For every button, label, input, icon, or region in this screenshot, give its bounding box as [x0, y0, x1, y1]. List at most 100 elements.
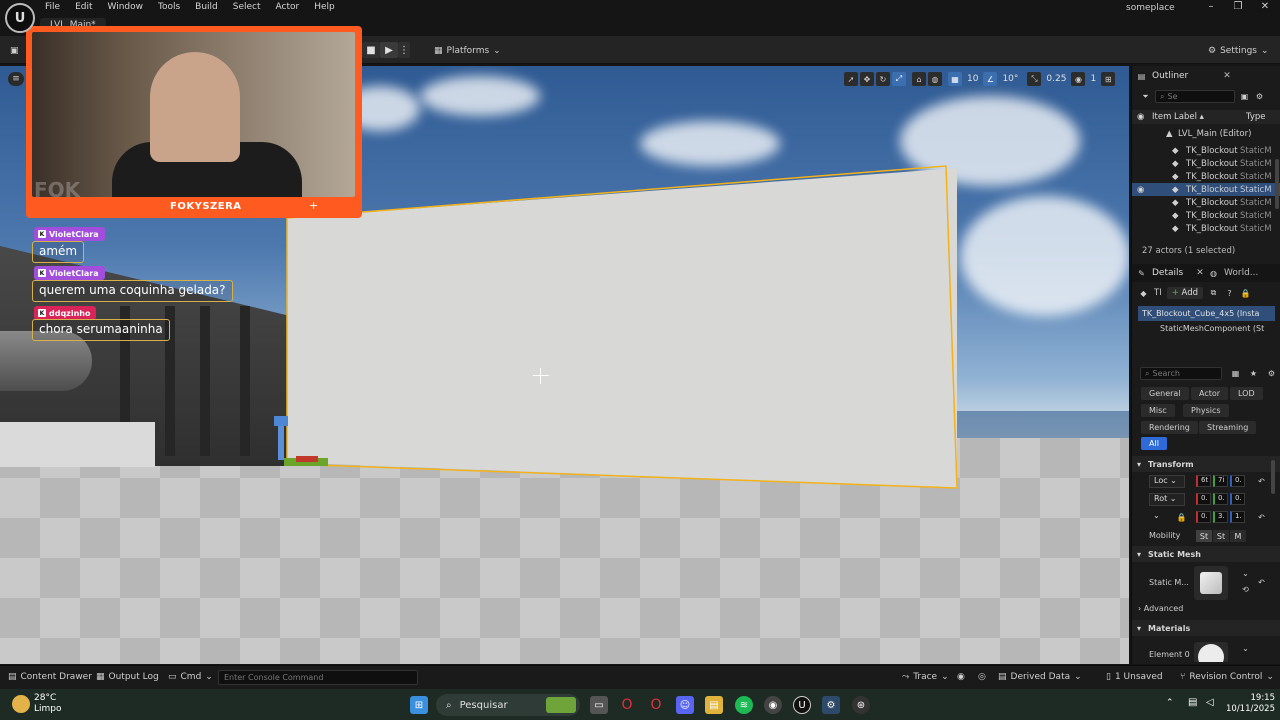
grid-snap-icon[interactable]: ▦	[948, 72, 962, 86]
output-log-button[interactable]: ▦ Output Log	[96, 672, 159, 682]
browse-icon[interactable]: ⟲	[1240, 584, 1251, 595]
chevron-down-icon[interactable]: ⌄	[1240, 643, 1251, 654]
selected-wall-cube[interactable]	[287, 168, 957, 488]
gizmo-x-axis[interactable]	[296, 456, 318, 462]
component-child[interactable]: StaticMeshComponent (St	[1160, 324, 1264, 333]
outliner-scrollbar[interactable]	[1275, 159, 1279, 209]
add-component-button[interactable]: + Add	[1166, 287, 1203, 299]
revision-control-button[interactable]: ⑂ Revision Control ⌄	[1180, 672, 1274, 682]
scale-snap-icon[interactable]: ⤡	[1027, 72, 1042, 86]
surface-snap-icon[interactable]: ⌂	[912, 72, 926, 86]
select-mode-icon[interactable]: ➚	[844, 72, 858, 86]
reset-icon[interactable]: ↶	[1256, 476, 1267, 487]
content-drawer-button[interactable]: ▤ Content Drawer	[8, 672, 92, 682]
rotate-icon[interactable]: ↻	[876, 72, 890, 86]
location-mode-dropdown[interactable]: Loc ⌄	[1149, 475, 1185, 488]
weather-icon[interactable]	[12, 695, 30, 713]
blueprint-icon[interactable]: ⧉	[1208, 288, 1219, 299]
save-icon[interactable]: ▣	[10, 42, 19, 59]
category-streaming[interactable]: Streaming	[1199, 421, 1257, 434]
filter-icon[interactable]: ⏷	[1140, 91, 1151, 102]
list-item[interactable]: ◆ TK_Blockout StaticM	[1132, 209, 1280, 222]
outliner-settings-icon[interactable]: ⚙	[1254, 91, 1265, 102]
component-root[interactable]: TK_Blockout_Cube_4x5 (Insta	[1138, 306, 1275, 321]
tray-chevron-icon[interactable]: ⌃	[1166, 698, 1174, 708]
location-y-field[interactable]: 7i	[1213, 475, 1228, 487]
category-general[interactable]: General	[1141, 387, 1189, 400]
obs-icon[interactable]: ◉	[764, 696, 782, 714]
menu-actor[interactable]: Actor	[276, 2, 308, 12]
mobility-static[interactable]: St	[1196, 530, 1212, 542]
file-explorer-icon[interactable]: ▤	[705, 696, 723, 714]
details-search-input[interactable]: ⌕ Search	[1140, 367, 1222, 380]
scale-y-field[interactable]: 3.	[1213, 511, 1228, 523]
section-transform[interactable]: ▾ Transform	[1132, 456, 1280, 472]
menu-help[interactable]: Help	[314, 2, 343, 12]
trace-dropdown[interactable]: ⤳ Trace ⌄	[902, 672, 949, 682]
category-all[interactable]: All	[1141, 437, 1167, 450]
unsaved-button[interactable]: ▯ 1 Unsaved	[1106, 672, 1163, 682]
task-view-icon[interactable]: ▭	[590, 696, 608, 714]
section-static-mesh[interactable]: ▾ Static Mesh	[1132, 546, 1280, 562]
category-actor[interactable]: Actor	[1191, 387, 1229, 400]
col-type[interactable]: Type	[1246, 112, 1266, 122]
clock[interactable]: 19:15 10/11/2025	[1226, 693, 1275, 715]
outliner-search-input[interactable]: ⌕ Se	[1155, 90, 1235, 103]
rotation-mode-dropdown[interactable]: Rot ⌄	[1149, 493, 1185, 506]
menu-file[interactable]: File	[45, 2, 68, 12]
weather-widget[interactable]: 28°C Limpo	[34, 693, 62, 715]
lock-icon[interactable]: 🔒	[1240, 288, 1251, 299]
folder-add-icon[interactable]: ▣	[1239, 91, 1250, 102]
tab-world-settings[interactable]: ◍ World...	[1208, 264, 1258, 282]
viewport-menu-icon[interactable]: ≡	[8, 72, 24, 86]
category-misc[interactable]: Misc	[1141, 404, 1175, 417]
outliner-root[interactable]: ▲ LVL_Main (Editor)	[1132, 127, 1280, 140]
advanced-toggle[interactable]: › Advanced	[1138, 604, 1183, 613]
close-icon[interactable]: ✕	[1196, 268, 1204, 278]
taskbar-search[interactable]: ⌕ Pesquisar	[436, 694, 580, 716]
play-options-icon[interactable]: ⋮	[398, 42, 410, 58]
list-item[interactable]: ◆ TK_Blockout StaticM	[1132, 222, 1280, 235]
scale-z-field[interactable]: 1.	[1230, 511, 1245, 523]
category-physics[interactable]: Physics	[1183, 404, 1229, 417]
section-materials[interactable]: ▾ Materials	[1132, 620, 1280, 636]
help-icon[interactable]: ?	[1224, 288, 1235, 299]
gizmo-z-handle[interactable]	[274, 416, 288, 426]
close-icon[interactable]: ✕	[1223, 71, 1231, 81]
opera-gx-icon[interactable]: O	[647, 696, 665, 714]
location-x-field[interactable]: 6t	[1196, 475, 1211, 487]
static-mesh-thumbnail[interactable]	[1194, 566, 1228, 600]
stop-icon[interactable]: ■	[362, 42, 380, 58]
viewport-layout-icon[interactable]: ⊞	[1101, 72, 1116, 86]
windows-start-icon[interactable]: ⊞	[410, 696, 428, 714]
list-item[interactable]: ◆ TK_Blockout StaticM	[1132, 196, 1280, 209]
network-icon[interactable]: ▤	[1188, 697, 1197, 708]
reset-icon[interactable]: ↶	[1256, 577, 1267, 588]
console-input[interactable]: Enter Console Command	[218, 670, 418, 685]
unreal-logo-icon[interactable]: U	[5, 3, 35, 33]
details-settings-icon[interactable]: ⚙	[1266, 368, 1277, 379]
actor-name-short[interactable]: TI	[1154, 288, 1162, 298]
location-z-field[interactable]: 0.	[1230, 475, 1245, 487]
rotation-y-field[interactable]: 0.	[1213, 493, 1228, 505]
menu-build[interactable]: Build	[195, 2, 226, 12]
tab-details[interactable]: ✎ Details ✕	[1136, 264, 1204, 282]
platforms-button[interactable]: ▦ Platforms ⌄	[434, 42, 501, 59]
scale-mode-dropdown[interactable]: ⌄	[1149, 511, 1169, 524]
volume-icon[interactable]: ◁	[1206, 697, 1214, 708]
rotation-z-field[interactable]: 0.	[1230, 493, 1245, 505]
grid-snap-value[interactable]: 10	[964, 74, 981, 84]
broadcast-icon[interactable]: ◎	[978, 672, 986, 682]
chevron-down-icon[interactable]: ⌄	[1240, 568, 1251, 579]
list-item[interactable]: ◆ TK_Blockout StaticM	[1132, 157, 1280, 170]
camera-speed-value[interactable]: 1	[1087, 74, 1099, 84]
spotify-icon[interactable]: ≋	[735, 696, 753, 714]
col-item-label[interactable]: Item Label ▴	[1152, 112, 1204, 122]
menu-select[interactable]: Select	[233, 2, 269, 12]
close-icon[interactable]: ✕	[1258, 1, 1272, 12]
derived-data-button[interactable]: ▤ Derived Data ⌄	[998, 672, 1082, 682]
cmd-dropdown[interactable]: ▭ Cmd ⌄	[168, 672, 213, 682]
scale-icon[interactable]: ⤢	[892, 72, 906, 86]
list-item[interactable]: ◆ TK_Blockout StaticM	[1132, 170, 1280, 183]
scale-x-field[interactable]: 0.	[1196, 511, 1211, 523]
